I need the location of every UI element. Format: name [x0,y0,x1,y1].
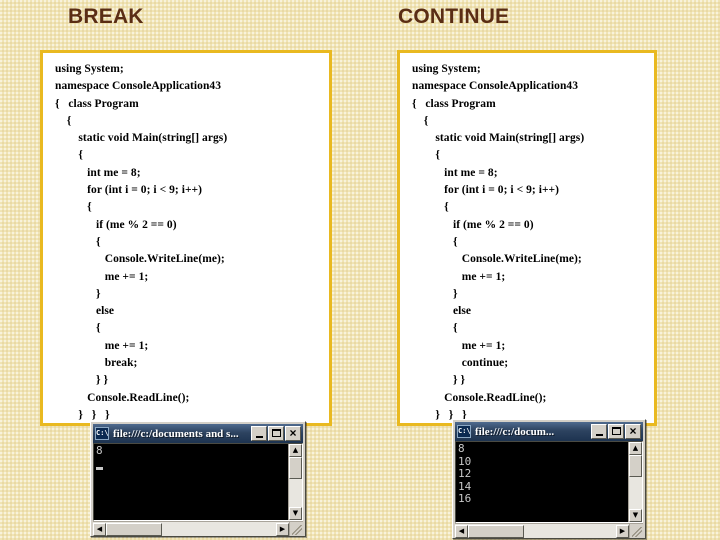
code-line: { [55,114,72,127]
vertical-scroll-track[interactable] [629,477,642,509]
code-line: me += 1; [412,270,506,283]
code-listing-continue: using System; namespace ConsoleApplicatio… [412,61,644,423]
scroll-up-icon[interactable]: ▲ [289,444,302,457]
vertical-scroll-track[interactable] [289,479,302,507]
console-line: 10 [458,454,472,468]
code-line: namespace ConsoleApplication43 [412,80,579,93]
code-line: { [412,235,458,248]
resize-grip[interactable] [629,523,643,538]
maximize-icon [611,427,621,435]
code-line: { [55,149,83,162]
scroll-left-icon[interactable]: ◀ [93,522,106,536]
minimize-button[interactable] [251,426,267,441]
console-line: 8 [96,444,103,457]
horizontal-scroll-row: ◀ ▶ [455,523,643,538]
window-controls: × [251,426,302,441]
code-panel-break: using System; namespace ConsoleApplicatio… [40,50,332,426]
code-line: break; [55,357,138,370]
code-line: if (me % 2 == 0) [55,218,177,231]
code-line: continue; [412,357,509,370]
console-title-text: file:///c:/documents and s... [113,427,239,440]
resize-grip[interactable] [289,521,303,536]
page-title-left: ОПЕРАТОР BREAK [68,0,184,28]
code-line: } [412,287,458,300]
code-line: for (int i = 0; i < 9; i++) [55,184,203,197]
code-line: Console.WriteLine(me); [55,253,225,266]
console-line: 16 [458,492,472,505]
console-client-area: 8 ▲ ▼ [93,443,303,521]
scroll-up-icon[interactable]: ▲ [629,442,642,455]
code-line: int me = 8; [55,166,141,179]
code-line: { [412,114,429,127]
code-line: { class Program [412,97,496,110]
code-line: { [412,201,449,214]
horizontal-scroll-thumb[interactable] [106,522,162,536]
console-window-continue[interactable]: C:\ file:///c:/docum... × 8 10 12 14 16 ▲ ▼ … [452,419,646,539]
code-line: me += 1; [55,339,149,352]
console-icon: C:\ [95,427,109,440]
console-titlebar[interactable]: C:\ file:///c:/docum... × [455,422,643,441]
code-line: } } [55,374,109,387]
console-line: 8 [458,442,465,455]
vertical-scroll-thumb[interactable] [289,457,302,479]
horizontal-scrollbar[interactable]: ◀ ▶ [93,521,289,536]
console-line: 14 [458,479,472,493]
console-client-area: 8 10 12 14 16 ▲ ▼ [455,441,643,523]
code-line: else [55,305,115,318]
code-line: namespace ConsoleApplication43 [55,80,222,93]
code-line: me += 1; [55,270,149,283]
console-output-break[interactable]: 8 [94,444,288,520]
code-line: static void Main(string[] args) [412,132,585,145]
code-line: } } [412,374,466,387]
maximize-button[interactable] [608,424,624,439]
code-line: me += 1; [412,339,506,352]
code-line: for (int i = 0; i < 9; i++) [412,184,560,197]
code-line: } [55,287,101,300]
console-output-continue[interactable]: 8 10 12 14 16 [456,442,628,522]
horizontal-scroll-thumb[interactable] [468,524,524,538]
code-line: Console.ReadLine(); [412,391,547,404]
close-button[interactable]: × [625,424,641,439]
code-line: { [55,235,101,248]
close-button[interactable]: × [285,426,301,441]
console-cursor [96,458,288,470]
page-title-right: ОПЕРАТОР CONTINUE [398,0,514,28]
maximize-button[interactable] [268,426,284,441]
console-titlebar[interactable]: C:\ file:///c:/documents and s... × [93,424,303,443]
scroll-right-icon[interactable]: ▶ [276,522,289,536]
console-icon: C:\ [457,425,471,438]
code-line: Console.WriteLine(me); [412,253,582,266]
minimize-button[interactable] [591,424,607,439]
code-line: using System; [412,63,481,75]
code-line: { [412,322,458,335]
code-line: static void Main(string[] args) [55,132,228,145]
code-line: { [412,149,440,162]
code-line: Console.ReadLine(); [55,391,190,404]
console-line: 12 [458,467,472,480]
code-line: { class Program [55,97,139,110]
vertical-scrollbar[interactable]: ▲ ▼ [288,444,302,520]
console-title-text: file:///c:/docum... [475,425,555,438]
maximize-icon [271,429,281,437]
code-panel-continue: using System; namespace ConsoleApplicatio… [397,50,657,426]
vertical-scrollbar[interactable]: ▲ ▼ [628,442,642,522]
vertical-scroll-thumb[interactable] [629,455,642,477]
horizontal-scroll-row: ◀ ▶ [93,521,303,536]
scroll-left-icon[interactable]: ◀ [455,524,468,538]
scroll-right-icon[interactable]: ▶ [616,524,629,538]
code-line: else [412,305,472,318]
code-line: if (me % 2 == 0) [412,218,534,231]
minimize-icon [255,436,263,438]
minimize-icon [595,434,603,436]
code-line: { [55,201,92,214]
horizontal-scrollbar[interactable]: ◀ ▶ [455,523,629,538]
window-controls: × [591,424,642,439]
scroll-down-icon[interactable]: ▼ [289,507,302,520]
code-line: using System; [55,63,124,75]
code-line: int me = 8; [412,166,498,179]
code-listing-break: using System; namespace ConsoleApplicatio… [55,61,319,423]
console-window-break[interactable]: C:\ file:///c:/documents and s... × 8 ▲ … [90,421,306,537]
code-line: { [55,322,101,335]
scroll-down-icon[interactable]: ▼ [629,509,642,522]
